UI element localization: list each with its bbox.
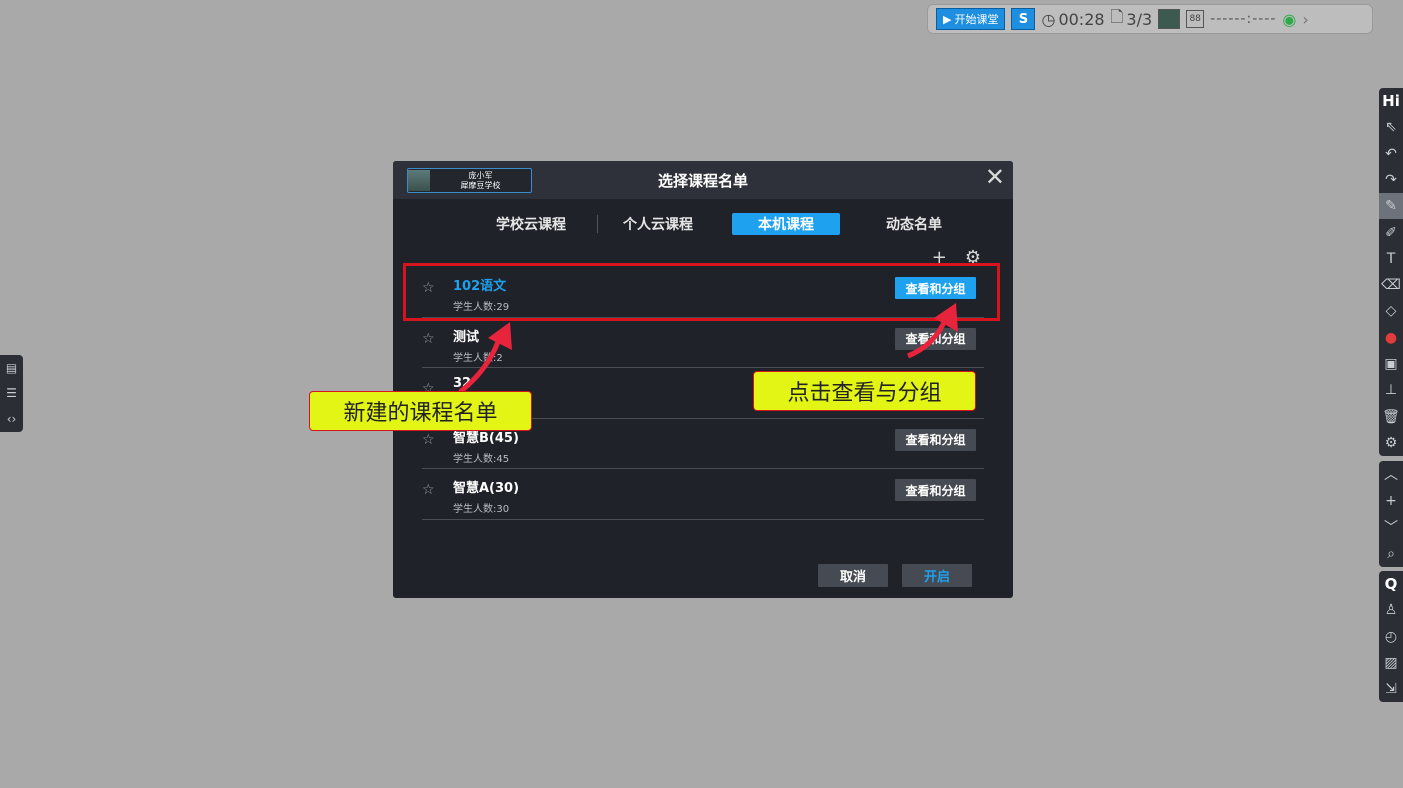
tab-school-cloud[interactable]: 学校云课程: [471, 213, 591, 235]
list-icon[interactable]: ☰: [6, 386, 17, 400]
start-class-label: 开始课堂: [954, 13, 999, 26]
s-logo-button[interactable]: S: [1011, 8, 1036, 30]
stamp-icon[interactable]: ⊥: [1379, 377, 1403, 403]
qr-icon[interactable]: 88: [1186, 10, 1205, 28]
toolbar-header-q: Q: [1384, 575, 1398, 594]
view-and-group-button[interactable]: 查看和分组: [895, 327, 976, 350]
eraser-icon[interactable]: ⌫: [1379, 272, 1403, 298]
star-icon[interactable]: ☆: [422, 482, 435, 498]
star-icon[interactable]: ☆: [422, 331, 435, 347]
chevron-right-icon[interactable]: ›: [1302, 10, 1308, 29]
left-toolbar: ▤ ☰ ‹›: [0, 355, 23, 432]
pen-icon[interactable]: ✎: [1379, 193, 1403, 220]
page-icon: 🗋: [1110, 6, 1124, 26]
trash-icon[interactable]: 🗑: [1379, 403, 1403, 429]
view-and-group-button[interactable]: 查看和分组: [895, 428, 976, 451]
view-and-group-button[interactable]: 查看和分组: [895, 479, 976, 502]
course-name: 智慧A(30): [453, 481, 520, 497]
tab-local-courses[interactable]: 本机课程: [732, 213, 840, 235]
annotation-highlight-box: [403, 263, 1000, 321]
brush-icon[interactable]: ✐: [1379, 219, 1403, 245]
right-toolbar-drawing: Hi ⇖ ↶ ↷ ✎ ✐ T ⌫ ◇ ● ▣ ⊥ 🗑 ⚙: [1379, 88, 1403, 456]
stopwatch-icon[interactable]: ◴: [1379, 623, 1403, 649]
gear-icon[interactable]: ⚙: [1379, 430, 1403, 456]
star-icon[interactable]: ☆: [422, 432, 435, 448]
callout-view-and-group: 点击查看与分组: [753, 371, 976, 411]
tab-dynamic-list[interactable]: 动态名单: [854, 213, 974, 235]
page-counter: 🗋 3/3: [1111, 6, 1153, 33]
tab-personal-cloud[interactable]: 个人云课程: [598, 213, 718, 235]
close-icon[interactable]: ✕: [985, 165, 1005, 189]
right-toolbar-pages: ︿ + ﹀ ⌕: [1379, 461, 1403, 567]
user-icon[interactable]: ♙: [1379, 597, 1403, 623]
zoom-icon[interactable]: ⌕: [1379, 541, 1403, 568]
start-class-button[interactable]: ▶ 开始课堂: [936, 8, 1006, 30]
chevron-down-icon[interactable]: ﹀: [1379, 514, 1403, 541]
cursor-icon[interactable]: ⇖: [1379, 114, 1403, 140]
image-text-icon[interactable]: ▨: [1379, 650, 1403, 676]
dialog-header: 庞小军 犀摩豆学校 选择课程名单 ✕: [393, 161, 1013, 199]
top-status-bar: ▶ 开始课堂 S ◷ 00:28 🗋 3/3 88 ------:---- ◉ …: [927, 4, 1373, 34]
plus-icon[interactable]: +: [1379, 488, 1403, 515]
tab-bar: 学校云课程 个人云课程 本机课程 动态名单: [471, 213, 980, 235]
timer: ◷ 00:28: [1041, 10, 1104, 29]
page-counter-value: 3/3: [1126, 9, 1153, 29]
play-icon: ▶: [943, 12, 952, 26]
exit-icon[interactable]: ⇲: [1379, 676, 1403, 702]
list-item[interactable]: ☆ 智慧A(30) 学生人数:30 查看和分组: [422, 469, 984, 520]
text-tool-icon[interactable]: T: [1379, 246, 1403, 272]
redo-icon[interactable]: ↷: [1379, 167, 1403, 193]
undo-icon[interactable]: ↶: [1379, 141, 1403, 167]
signal-icon: ◉: [1282, 9, 1297, 29]
list-item[interactable]: ☆ 测试 学生人数:2 查看和分组: [422, 318, 984, 369]
code-icon[interactable]: ‹›: [7, 412, 17, 426]
dialog-title: 选择课程名单: [657, 172, 748, 190]
chevron-up-icon[interactable]: ︿: [1379, 461, 1403, 488]
course-name: 测试: [453, 329, 480, 345]
folder-icon[interactable]: ▤: [6, 361, 17, 375]
connection-code: ------:----: [1210, 11, 1277, 27]
callout-new-course-list: 新建的课程名单: [309, 391, 532, 431]
right-toolbar-tools: Q ♙ ◴ ▨ ⇲: [1379, 571, 1403, 702]
student-count: 学生人数:30: [453, 504, 510, 516]
timer-value: 00:28: [1058, 9, 1105, 29]
camera-icon[interactable]: ▣: [1379, 351, 1403, 377]
toolbar-header-hi: Hi: [1382, 92, 1400, 111]
fill-icon[interactable]: ◇: [1379, 298, 1403, 324]
cancel-button[interactable]: 取消: [818, 564, 888, 587]
student-count: 学生人数:2: [453, 352, 503, 364]
clock-icon: ◷: [1041, 9, 1056, 29]
student-count: 学生人数:45: [453, 453, 510, 465]
color-palette-icon[interactable]: ●: [1379, 325, 1403, 351]
course-name: 32: [453, 376, 472, 392]
open-button[interactable]: 开启: [902, 564, 972, 587]
screen-thumbnail[interactable]: [1158, 9, 1181, 29]
